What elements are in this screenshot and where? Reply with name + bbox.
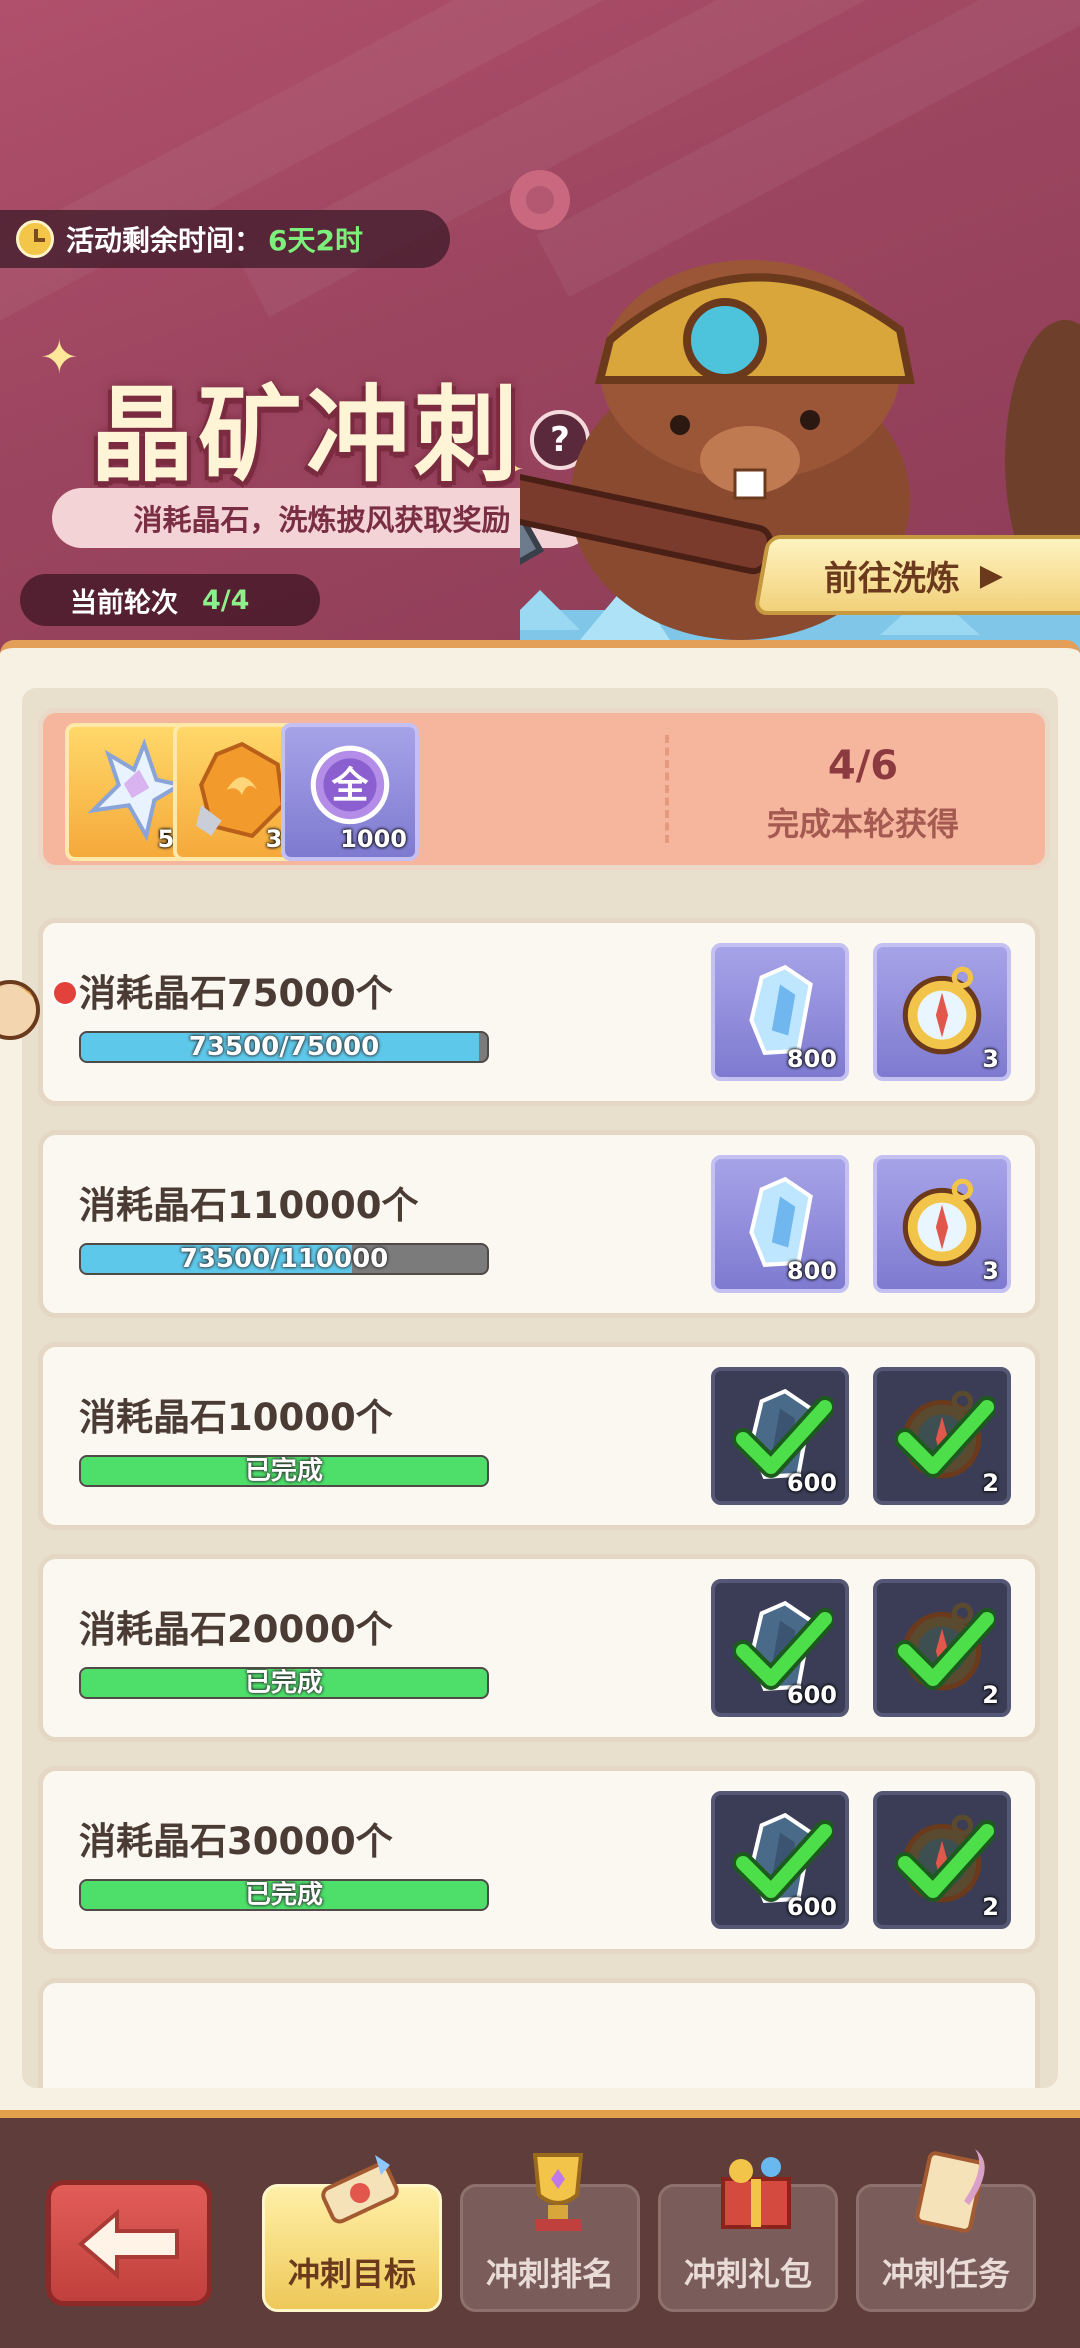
- current-round: 当前轮次 4/4: [20, 574, 320, 626]
- task-progress-bar: 73500/75000: [79, 1031, 489, 1063]
- round-label: 当前轮次: [70, 587, 178, 619]
- event-timer: 活动剩余时间： 6天2时: [0, 210, 450, 268]
- task-name: 消耗晶石10000个: [79, 1396, 393, 1439]
- task-progress-bar: 已完成: [79, 1667, 489, 1699]
- play-arrow-icon: ▶: [980, 557, 1004, 593]
- sparkle-icon: ✦: [40, 330, 79, 384]
- task-progress-text: 已完成: [244, 1668, 323, 1698]
- task-name: 消耗晶石75000个: [79, 972, 393, 1015]
- task-name: 消耗晶石30000个: [79, 1820, 393, 1863]
- round-progress: 4/6: [827, 743, 899, 789]
- reward-slot[interactable]: 全 1000: [281, 723, 419, 861]
- task-progress-text: 73500/110000: [179, 1244, 389, 1274]
- bottom-nav: 冲刺目标 冲刺排名 冲刺礼包 冲刺任务: [0, 2110, 1080, 2348]
- tab-sprint-ranking[interactable]: 冲刺排名: [460, 2153, 640, 2312]
- scroll-icon: [321, 2155, 399, 2224]
- clock-icon: [16, 220, 54, 258]
- event-subtitle: 消耗晶石，洗炼披风获取奖励: [52, 488, 592, 548]
- reward-slot[interactable]: 800: [711, 943, 849, 1081]
- task-panel: 50 36 全 1000 4/6 完成本轮获得: [0, 640, 1080, 2128]
- task-progress-bar: 已完成: [79, 1879, 489, 1911]
- task-row: 消耗晶石110000个 73500/110000 800 3: [38, 1130, 1040, 1318]
- reward-slot[interactable]: 800: [711, 1155, 849, 1293]
- tab-sprint-gift-pack[interactable]: 冲刺礼包: [658, 2157, 838, 2312]
- round-caption: 完成本轮获得: [766, 805, 959, 843]
- timer-label: 活动剩余时间：: [66, 224, 263, 257]
- task-progress-text: 73500/75000: [188, 1032, 380, 1062]
- back-button[interactable]: [46, 2180, 212, 2306]
- timer-value: 6天2时: [268, 224, 363, 257]
- quest-scroll-icon: [915, 2149, 985, 2233]
- task-list[interactable]: 50 36 全 1000 4/6 完成本轮获得: [22, 688, 1058, 2088]
- round-reward-summary: 50 36 全 1000 4/6 完成本轮获得: [38, 708, 1050, 870]
- task-progress-text: 已完成: [244, 1880, 323, 1910]
- task-name: 消耗晶石20000个: [79, 1608, 393, 1651]
- goto-refine-label: 前往洗炼: [824, 558, 960, 599]
- gift-icon: [721, 2157, 791, 2229]
- compass-icon: [902, 966, 982, 1055]
- tab-sprint-goals[interactable]: 冲刺目标: [262, 2155, 442, 2312]
- check-icon: [733, 1396, 833, 1478]
- task-progress-bar: 73500/110000: [79, 1243, 489, 1275]
- reward-slot[interactable]: 3: [873, 1155, 1011, 1293]
- task-row: 消耗晶石10000个 已完成 600 2: [38, 1342, 1040, 1530]
- check-icon: [895, 1396, 995, 1478]
- check-icon: [895, 1608, 995, 1690]
- reward-slot[interactable]: 3: [873, 943, 1011, 1081]
- check-icon: [895, 1820, 995, 1902]
- event-banner: 活动剩余时间： 6天2时 ✦ ✦ 晶矿冲刺 ? 消耗晶石，洗炼披风获取奖励 当前…: [0, 0, 1080, 660]
- flower-decoration-icon: [510, 170, 570, 230]
- check-icon: [733, 1820, 833, 1902]
- trophy-icon: [532, 2153, 584, 2231]
- round-value: 4/4: [202, 584, 250, 616]
- divider: [665, 735, 669, 843]
- notification-dot: [52, 980, 78, 1006]
- side-character-icon[interactable]: [0, 970, 40, 1080]
- goto-refine-button[interactable]: 前往洗炼 ▶: [752, 535, 1080, 615]
- task-row: [38, 1978, 1040, 2088]
- svg-text:全: 全: [331, 764, 369, 807]
- back-arrow-icon: [77, 2209, 179, 2279]
- task-row: 消耗晶石75000个 73500/75000 800 3: [38, 918, 1040, 1106]
- task-progress-text: 已完成: [244, 1456, 323, 1486]
- task-name: 消耗晶石110000个: [79, 1184, 419, 1227]
- compass-icon: [902, 1178, 982, 1267]
- tab-sprint-tasks[interactable]: 冲刺任务: [856, 2149, 1036, 2312]
- task-progress-bar: 已完成: [79, 1455, 489, 1487]
- task-row: 消耗晶石20000个 已完成 600 2: [38, 1554, 1040, 1742]
- check-icon: [733, 1608, 833, 1690]
- task-row: 消耗晶石30000个 已完成 600 2: [38, 1766, 1040, 1954]
- event-title: 晶矿冲刺: [90, 374, 523, 496]
